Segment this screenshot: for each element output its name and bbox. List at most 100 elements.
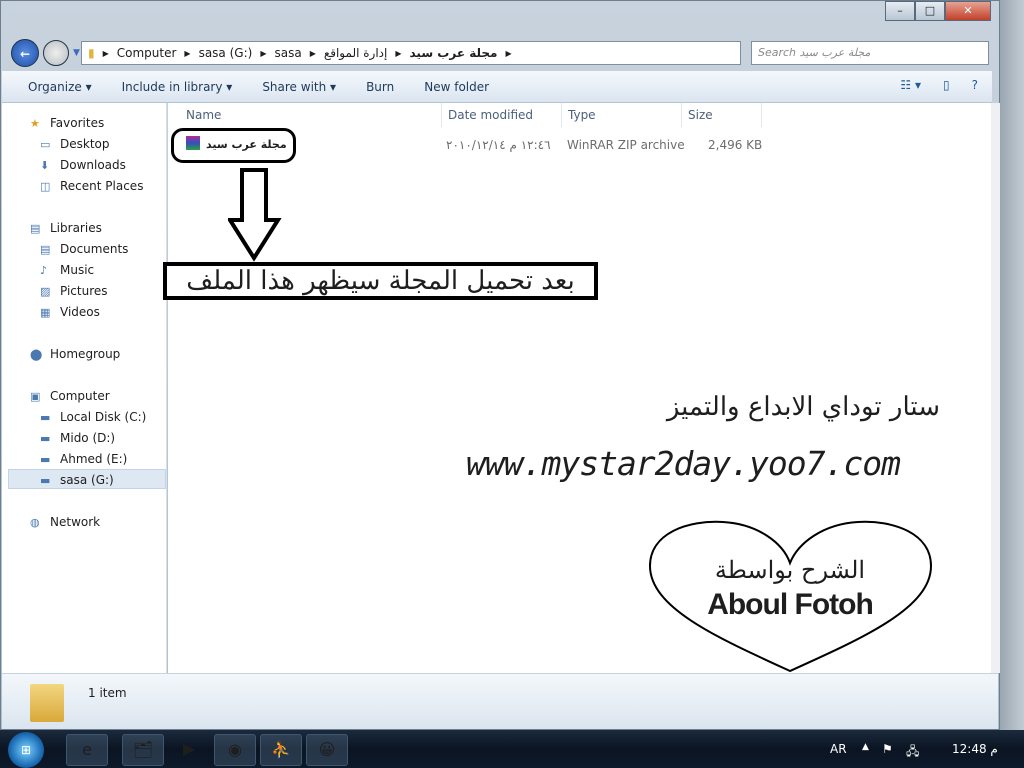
column-date-modified[interactable]: Date modified [442,103,562,127]
breadcrumb[interactable]: إدارة المواقع [324,46,388,60]
sidebar-item[interactable]: ▬ Mido (D:) [40,431,116,445]
explained-by: الشرح بواسطة [714,556,866,584]
include-in-library-button[interactable]: Include in library ▾ [122,80,233,94]
action-center-flag-icon[interactable]: ⚑ [882,742,893,756]
language-indicator[interactable]: AR [830,742,847,756]
search-input[interactable]: Search مجلة عرب سيد [751,41,989,65]
recent-pages-chevron-icon[interactable]: ▼ [73,48,80,58]
show-hidden-icons[interactable]: ▲ [862,742,869,752]
music-icon: ♪ [40,264,48,277]
preview-pane-button[interactable]: ▯ [943,78,950,92]
taskbar: ⊞ e 🗂 ▶ ◉ ⛹ 😀 AR ▲ ⚑ 🖧 12:48 م [0,730,1024,768]
taskbar-messenger-icon[interactable]: ⛹ [260,734,302,766]
sidebar-item-label: Homegroup [50,347,121,361]
start-button[interactable]: ⊞ [8,732,44,768]
sidebar-item-label: Ahmed (E:) [60,452,128,466]
taskbar-yahoo-icon[interactable]: 😀 [306,734,348,766]
sidebar-item[interactable]: ▭ Desktop [40,137,110,151]
sidebar-item[interactable]: ◍ Network [30,515,100,529]
column-name[interactable]: Name [180,103,442,127]
address-bar[interactable]: ▮ ▶ Computer ▶ sasa (G:) ▶ sasa ▶ إدارة المو… [81,41,741,65]
command-bar: Organize ▾ Include in library ▾ Share wi… [2,71,992,103]
burn-button[interactable]: Burn [366,80,394,94]
sidebar-item[interactable]: ▬ sasa (G:) [40,473,114,487]
sidebar-item[interactable]: ⬇ Downloads [40,158,126,172]
sidebar-item-label: Music [60,263,95,277]
breadcrumb[interactable]: sasa (G:) [199,46,253,60]
sidebar-item[interactable]: ★ Favorites [30,116,105,130]
item-count: 1 item [88,686,127,700]
views-button[interactable]: ☷ ▾ [900,78,921,92]
taskbar-ie-icon[interactable]: e [66,734,108,766]
sidebar-item[interactable]: ⬤ Homegroup [30,347,121,361]
scrollbar[interactable] [991,103,1000,673]
library-icon: ▤ [30,222,41,235]
videos-icon: ▦ [40,306,51,319]
sidebar-item[interactable]: ▣ Computer [30,389,110,403]
share-with-button[interactable]: Share with ▾ [262,80,336,94]
new-folder-button[interactable]: New folder [424,80,489,94]
help-button[interactable]: ? [972,78,978,92]
desktop-icon: ▭ [40,138,51,151]
taskbar-chrome-icon[interactable]: ◉ [214,734,256,766]
caption-box: بعد تحميل المجلة سيظهر هذا الملف [163,262,598,300]
taskbar-explorer-icon[interactable]: 🗂 [122,734,164,766]
file-name: مجلة عرب سيد [206,138,287,151]
minimize-button[interactable]: – [885,1,915,21]
sidebar-item-label: Desktop [60,137,110,151]
sidebar-item-label: Local Disk (C:) [60,410,147,424]
winrar-icon [186,136,200,150]
network-icon: ◍ [30,516,40,529]
sidebar-item[interactable]: ▨ Pictures [40,284,108,298]
sidebar-item-label: Computer [50,389,110,403]
column-size[interactable]: Size [682,103,762,127]
breadcrumb[interactable]: Computer [117,46,177,60]
sidebar-item[interactable]: ▤ Documents [40,242,128,256]
folder-icon: ▮ [88,46,95,60]
sidebar-item[interactable]: ▬ Ahmed (E:) [40,452,128,466]
sidebar-item-label: Favorites [50,116,105,130]
sidebar-item-label: Libraries [50,221,102,235]
sidebar-item[interactable]: ◫ Recent Places [40,179,143,193]
sidebar-item[interactable]: ▬ Local Disk (C:) [40,410,147,424]
file-date: ١٢:٤٦ م ٢٠١٠/١٢/١٤ [446,138,551,152]
sidebar-item-label: Downloads [60,158,126,172]
drive-icon: ▬ [40,411,51,424]
sidebar-item-label: Mido (D:) [60,431,116,445]
sidebar-item-label: Videos [60,305,100,319]
star-icon: ★ [30,117,40,130]
sidebar-item-label: Pictures [60,284,108,298]
documents-icon: ▤ [40,243,51,256]
computer-icon: ▣ [30,390,41,403]
sidebar-item[interactable]: ▦ Videos [40,305,100,319]
drive-icon: ▬ [40,474,51,487]
close-button[interactable]: ✕ [945,1,991,21]
sidebar-item-label: sasa (G:) [60,473,114,487]
forward-button[interactable] [43,40,69,66]
drive-icon: ▬ [40,432,51,445]
taskbar-media-player-icon[interactable]: ▶ [168,734,210,766]
column-type[interactable]: Type [562,103,682,127]
recent-places-icon: ◫ [40,180,51,193]
breadcrumb[interactable]: مجلة عرب سيد [410,46,498,60]
breadcrumb[interactable]: sasa [274,46,301,60]
maximize-button[interactable]: □ [915,1,945,21]
folder-icon [30,684,64,722]
site-url[interactable]: www.mystar2day.yoo7.com [466,444,901,483]
window-controls: – □ ✕ [885,1,991,21]
downloads-icon: ⬇ [40,159,50,172]
network-tray-icon[interactable]: 🖧 [906,742,919,763]
drive-icon: ▬ [40,453,51,466]
organize-button[interactable]: Organize ▾ [28,80,92,94]
sidebar-item[interactable]: ▤ Libraries [30,221,102,235]
details-pane: 1 item [2,673,998,729]
file-size: 2,496 KB [708,138,763,152]
back-button[interactable]: ← [11,39,39,67]
site-name: ستار توداي الابداع والتميز [666,392,940,422]
author-name: Aboul Fotoh [707,588,874,621]
clock[interactable]: 12:48 م [952,742,998,756]
desktop-background [1000,0,1024,730]
homegroup-icon: ⬤ [30,348,43,361]
sidebar-item[interactable]: ♪ Music [40,263,95,277]
file-type: WinRAR ZIP archive [567,138,685,152]
